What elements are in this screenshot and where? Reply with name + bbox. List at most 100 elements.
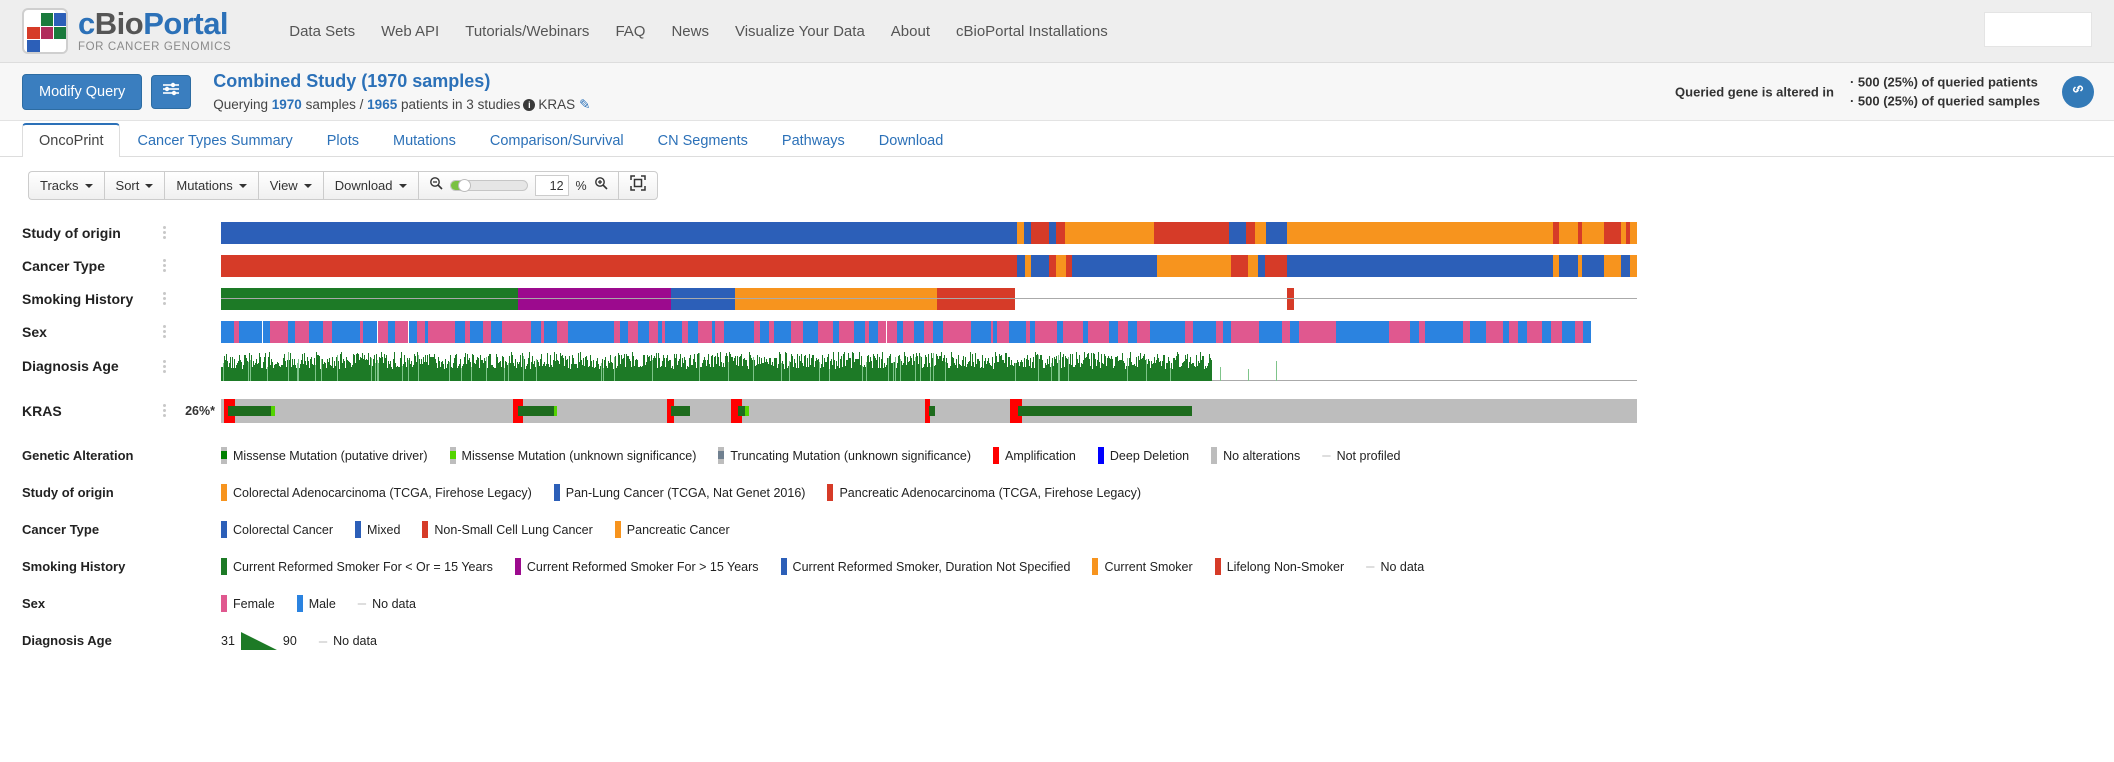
share-link-button[interactable] — [2062, 75, 2094, 108]
oncoprint-track-row: Diagnosis Age — [0, 348, 2114, 384]
tab-oncoprint[interactable]: OncoPrint — [22, 123, 121, 157]
legend-item[interactable]: Mixed — [355, 521, 400, 538]
track-segment — [1016, 254, 1026, 277]
track-segment — [1369, 320, 1379, 343]
legend-items: Colorectal Cancer Mixed Non-Small Cell Lun… — [221, 521, 752, 538]
track-drag-handle-icon[interactable] — [155, 292, 173, 305]
modify-query-button[interactable]: Modify Query — [22, 73, 143, 110]
zoom-out-icon[interactable] — [429, 176, 443, 195]
legend-item[interactable]: Missense Mutation (putative driver) — [221, 447, 428, 464]
legend-item[interactable]: – No data — [358, 596, 416, 611]
diagnosis-age-barchart[interactable] — [221, 351, 1637, 381]
track-drag-handle-icon[interactable] — [155, 359, 173, 373]
track-segment — [728, 320, 739, 343]
sort-dropdown[interactable]: Sort — [103, 171, 165, 200]
legend-label: Lifelong Non-Smoker — [1226, 559, 1345, 574]
legend-item[interactable]: Pan-Lung Cancer (TCGA, Nat Genet 2016) — [553, 484, 805, 501]
legend-swatch — [355, 521, 362, 538]
nav-item-visualize-your-data[interactable]: Visualize Your Data — [735, 23, 865, 40]
legend-item[interactable]: Pancreatic Adenocarcinoma (TCGA, Firehos… — [827, 484, 1141, 501]
mutations-dropdown[interactable]: Mutations — [164, 171, 258, 200]
tab-plots[interactable]: Plots — [310, 124, 376, 157]
legend-item[interactable]: Male — [296, 595, 336, 612]
download-dropdown[interactable]: Download — [322, 171, 418, 200]
kras-mutation-segment — [744, 405, 750, 416]
legend-item[interactable]: Current Reformed Smoker For > 15 Years — [514, 558, 759, 575]
nav-item-tutorials-webinars[interactable]: Tutorials/Webinars — [465, 23, 589, 40]
samples-count[interactable]: 1970 — [272, 97, 302, 112]
nav-item-about[interactable]: About — [891, 23, 930, 40]
view-dropdown[interactable]: View — [257, 171, 323, 200]
legend-item[interactable]: Deep Deletion — [1097, 447, 1189, 464]
track-segment — [1063, 320, 1072, 343]
track-drag-handle-icon[interactable] — [155, 226, 173, 239]
track-segment — [1072, 254, 1157, 277]
zoom-slider-handle[interactable] — [457, 179, 471, 192]
zoom-input[interactable] — [534, 175, 569, 196]
track-segment — [688, 320, 699, 343]
track-segment — [590, 320, 601, 343]
legend-item[interactable]: Non-Small Cell Lung Cancer — [422, 521, 593, 538]
info-icon[interactable]: i — [523, 99, 536, 112]
legend-item[interactable]: Amplification — [993, 447, 1076, 464]
track-segment — [1394, 320, 1405, 343]
track-heatmap[interactable] — [221, 254, 1637, 277]
nav-item-data-sets[interactable]: Data Sets — [289, 23, 355, 40]
brand-logo[interactable]: cBioPortal FOR CANCER GENOMICS — [22, 8, 231, 54]
tab-download[interactable]: Download — [862, 124, 961, 157]
track-segment — [1246, 320, 1256, 343]
fit-to-screen-button[interactable] — [617, 171, 658, 200]
nav-item-cbioportal-installations[interactable]: cBioPortal Installations — [956, 23, 1108, 40]
nav-item-faq[interactable]: FAQ — [615, 23, 645, 40]
tab-mutations[interactable]: Mutations — [376, 124, 473, 157]
zoom-in-icon[interactable] — [594, 176, 608, 195]
tracks-dropdown[interactable]: Tracks — [28, 171, 104, 200]
tab-comparison-survival[interactable]: Comparison/Survival — [473, 124, 641, 157]
track-label-sex: Sex — [22, 323, 47, 340]
legend-item[interactable]: No alterations — [1211, 447, 1300, 464]
tab-cn-segments[interactable]: CN Segments — [641, 124, 765, 157]
legend-item[interactable]: Missense Mutation (unknown significance) — [449, 447, 696, 464]
legend-item[interactable]: Pancreatic Cancer — [614, 521, 730, 538]
zoom-slider[interactable] — [449, 179, 528, 192]
legend-item[interactable]: Female — [221, 595, 275, 612]
legend-item[interactable]: Current Reformed Smoker For < Or = 15 Ye… — [221, 558, 493, 575]
legend-item[interactable]: – No data — [319, 634, 377, 649]
legend-item[interactable]: – Not profiled — [1322, 448, 1400, 463]
track-segment — [1023, 221, 1031, 244]
tab-pathways[interactable]: Pathways — [765, 124, 862, 157]
legend-label: No alterations — [1223, 448, 1301, 463]
study-title[interactable]: Combined Study (1970 samples) — [213, 69, 590, 93]
legend-item[interactable]: Colorectal Adenocarcinoma (TCGA, Firehos… — [221, 484, 532, 501]
track-heatmap[interactable] — [221, 287, 1637, 310]
patients-count[interactable]: 1965 — [367, 97, 397, 112]
track-drag-handle-icon[interactable] — [155, 259, 173, 272]
track-drag-handle-icon[interactable] — [155, 325, 173, 338]
track-heatmap[interactable] — [221, 398, 1637, 423]
legend-item[interactable]: Colorectal Cancer — [221, 521, 333, 538]
legend-item[interactable]: Truncating Mutation (unknown significanc… — [718, 447, 971, 464]
track-segment — [1154, 221, 1230, 244]
query-settings-button[interactable] — [151, 74, 192, 109]
legend-item[interactable]: Current Reformed Smoker, Duration Not Sp… — [780, 558, 1070, 575]
track-segment — [1329, 320, 1337, 343]
age-gradient-legend: 31 90 — [221, 632, 297, 650]
track-segment — [738, 320, 747, 343]
nav-search-box[interactable] — [1984, 12, 2092, 47]
track-segment — [483, 320, 492, 343]
legend-item[interactable]: Lifelong Non-Smoker — [1214, 558, 1345, 575]
pencil-icon[interactable]: ✎ — [579, 97, 590, 112]
track-segment — [1629, 221, 1637, 244]
nav-item-news[interactable]: News — [671, 23, 709, 40]
track-segment — [1266, 221, 1288, 244]
track-heatmap[interactable] — [221, 221, 1637, 244]
tab-cancer-types-summary[interactable]: Cancer Types Summary — [120, 124, 309, 157]
legend-label: Current Smoker — [1104, 559, 1193, 574]
track-segment — [1567, 320, 1575, 343]
nav-item-web-api[interactable]: Web API — [381, 23, 439, 40]
track-drag-handle-icon[interactable] — [155, 404, 173, 417]
legend-item[interactable]: – No data — [1366, 559, 1424, 574]
track-heatmap[interactable] — [221, 320, 1637, 343]
legend-item[interactable]: Current Smoker — [1092, 558, 1193, 575]
track-segment — [1056, 320, 1064, 343]
